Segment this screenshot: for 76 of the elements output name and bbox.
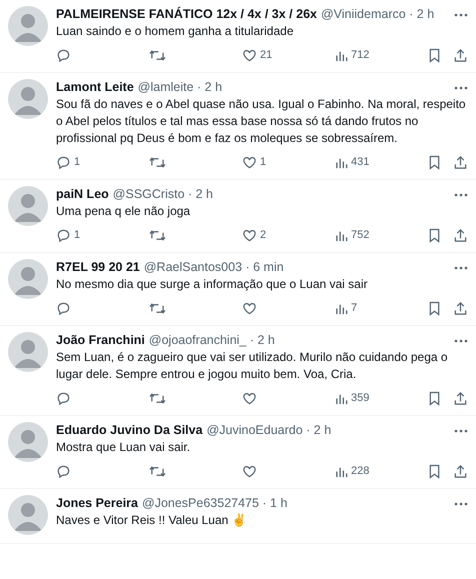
bookmark-icon[interactable] — [428, 464, 441, 478]
more-icon[interactable] — [454, 428, 468, 432]
author-handle[interactable]: @JuvinoEduardo · 2 h — [206, 422, 332, 439]
reply-icon[interactable] — [56, 390, 71, 406]
avatar[interactable] — [8, 422, 48, 462]
avatar[interactable] — [8, 495, 48, 535]
more-icon[interactable] — [454, 266, 468, 270]
share-icon[interactable] — [453, 228, 468, 242]
more-icon[interactable] — [454, 502, 468, 506]
more-icon[interactable] — [454, 338, 468, 342]
reply-text: Mostra que Luan vai sair. — [56, 439, 192, 456]
reply-icon[interactable] — [56, 300, 71, 316]
reply-icon[interactable] — [56, 228, 71, 242]
avatar[interactable] — [8, 79, 48, 119]
views-count: 228 — [351, 465, 370, 477]
bookmark-icon[interactable] — [428, 154, 441, 170]
share-icon[interactable] — [453, 464, 468, 478]
repost-icon[interactable] — [149, 154, 166, 170]
reply-count: 1 — [74, 229, 80, 241]
reply-text: No mesmo dia que surge a informação que o Luan vai sair — [56, 276, 369, 293]
like-count: 2 — [260, 229, 266, 241]
share-icon[interactable] — [453, 48, 468, 62]
like-icon[interactable] — [242, 390, 257, 406]
more-icon[interactable] — [454, 86, 468, 90]
author-handle[interactable]: @ojoaofranchini_ · 2 h — [148, 332, 275, 349]
author-name[interactable]: PALMEIRENSE FANÁTICO 12x / 4x / 3x / 26x — [56, 6, 317, 23]
views-count: 752 — [351, 229, 370, 241]
more-icon[interactable] — [454, 192, 468, 196]
repost-icon[interactable] — [149, 48, 166, 62]
author-handle[interactable]: @RaelSantos003 · 6 min — [144, 259, 284, 276]
repost-icon[interactable] — [149, 300, 166, 316]
reply-icon[interactable] — [56, 48, 71, 62]
like-icon[interactable] — [242, 48, 257, 62]
author-handle[interactable]: @JonesPe63527475 · 1 h — [142, 495, 288, 512]
repost-icon[interactable] — [149, 464, 166, 478]
author-name[interactable]: João Franchini — [56, 332, 145, 349]
author-handle[interactable]: @SSGCristo · 2 h — [112, 186, 214, 203]
avatar[interactable] — [8, 259, 48, 299]
reply-text: Naves e Vitor Reis !! Valeu Luan ✌ — [56, 512, 248, 529]
reply-icon[interactable] — [56, 464, 71, 478]
reply-text: Luan saindo e o homem ganha a titularidade — [56, 23, 295, 40]
share-icon[interactable] — [453, 390, 468, 406]
bookmark-icon[interactable] — [428, 48, 441, 62]
reply-count: 1 — [74, 156, 80, 168]
author-name[interactable]: Eduardo Juvino Da Silva — [56, 422, 203, 439]
like-count: 1 — [260, 156, 266, 168]
like-icon[interactable] — [242, 228, 257, 242]
reply-text: Uma pena q ele não joga — [56, 203, 192, 220]
bookmark-icon[interactable] — [428, 390, 441, 406]
author-name[interactable]: R7EL 99 20 21 — [56, 259, 140, 276]
avatar[interactable] — [8, 186, 48, 226]
author-handle[interactable]: @Viniidemarco · 2 h — [320, 6, 434, 23]
like-count: 21 — [260, 49, 272, 61]
reply-text: Sem Luan, é o zagueiro que vai ser utilizado. Murilo não cuidando pega o lugar dele. Sempre entrou e jogou muito bem. Voa, Cria. — [56, 349, 449, 383]
reply-icon[interactable] — [56, 154, 71, 170]
like-icon[interactable] — [242, 464, 257, 478]
author-handle[interactable]: @lamleite · 2 h — [138, 79, 222, 96]
author-name[interactable]: Jones Pereira — [56, 495, 138, 512]
reply-text: Sou fã do naves e o Abel quase não usa. Igual o Fabinho. Na moral, respeito o Abel pelos títulos e tal mas essa base nossa só tá dando frutos no profissional pq Deus é bom e faz os moleques se sobressaírem. — [56, 96, 467, 147]
views-count: 431 — [351, 156, 370, 168]
repost-icon[interactable] — [149, 390, 166, 406]
bookmark-icon[interactable] — [428, 300, 441, 316]
share-icon[interactable] — [453, 154, 468, 170]
avatar[interactable] — [8, 6, 48, 46]
repost-icon[interactable] — [149, 228, 166, 242]
author-name[interactable]: paiN Leo — [56, 186, 109, 203]
share-icon[interactable] — [453, 300, 468, 316]
avatar[interactable] — [8, 332, 48, 372]
like-icon[interactable] — [242, 300, 257, 316]
bookmark-icon[interactable] — [428, 228, 441, 242]
like-icon[interactable] — [242, 154, 257, 170]
views-count: 359 — [351, 392, 370, 404]
views-count: 712 — [351, 49, 370, 61]
views-count: 7 — [351, 302, 358, 314]
author-name[interactable]: Lamont Leite — [56, 79, 134, 96]
more-icon[interactable] — [454, 12, 468, 16]
